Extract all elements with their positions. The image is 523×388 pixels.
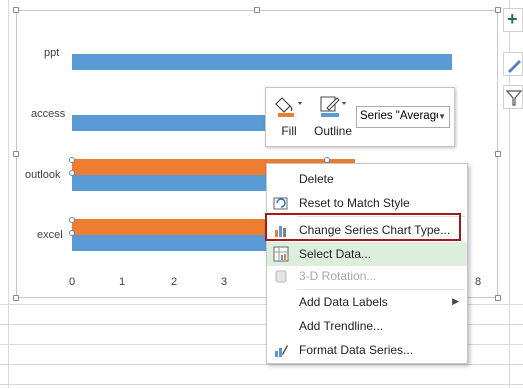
reset-style-icon [273,197,288,210]
series-select-dropdown[interactable]: Series "Average Score" ▼ [356,106,450,128]
chart-resize-handle[interactable] [13,295,19,301]
category-label: ppt [44,47,60,59]
x-tick-label: 2 [171,276,178,288]
format-series-icon [275,345,288,357]
series-select-value: Series "Average Score" [360,110,438,122]
x-tick-label: 1 [119,276,126,288]
menu-item-label: 3-D Rotation... [299,269,377,283]
menu-item-label: Add Trendline... [299,319,384,333]
chart-filters-button[interactable] [503,85,523,109]
submenu-arrow-icon: ▶ [452,296,459,306]
category-label: excel [37,229,63,241]
x-tick-label: 8 [475,276,482,288]
menu-item-label: Reset to Match Style [299,196,410,210]
paint-bucket-icon [275,97,302,117]
fill-label: Fill [281,124,297,138]
category-label: access [31,108,66,120]
menu-item-delete[interactable]: Delete [267,167,467,191]
chart-type-icon [275,226,286,237]
menu-item-label: Delete [299,172,334,186]
chart-resize-handle[interactable] [254,7,260,13]
x-tick-label: 3 [221,276,228,288]
menu-item-add-data-labels[interactable]: Add Data Labels ▶ [267,290,467,314]
menu-item-format-data-series[interactable]: Format Data Series... [267,338,467,362]
rotation-icon [275,270,287,283]
menu-item-label: Change Series Chart Type... [299,223,451,237]
menu-item-3d-rotation: 3-D Rotation... [267,264,467,288]
series-selection-handle [69,217,75,223]
category-label: outlook [25,169,61,181]
fill-button[interactable]: Fill [268,90,310,144]
menu-separator [297,216,465,217]
mini-toolbar: Fill Outline Series "Average Score" ▼ [265,87,455,147]
bar-series1-ppt[interactable] [72,54,452,70]
x-tick-label: 0 [69,276,76,288]
chart-resize-handle[interactable] [495,151,501,157]
menu-item-label: Format Data Series... [299,343,414,357]
bar-series1-access[interactable] [72,115,285,131]
chart-resize-handle[interactable] [495,7,501,13]
chart-resize-handle[interactable] [13,151,19,157]
chart-styles-button[interactable] [503,52,523,76]
menu-item-add-trendline[interactable]: Add Trendline... [267,314,467,338]
menu-item-label: Select Data... [299,247,372,261]
chart-resize-handle[interactable] [13,7,19,13]
outline-label: Outline [313,124,353,138]
menu-item-reset-style[interactable]: Reset to Match Style [267,191,467,215]
series-selection-handle [69,157,75,163]
pen-outline-icon [320,96,346,117]
filter-icon [505,90,523,106]
plus-icon: + [507,9,518,29]
chevron-down-icon: ▼ [438,112,446,121]
context-menu: Delete Reset to Match Style Change Serie… [266,163,468,364]
menu-item-select-data[interactable]: Select Data... [267,242,467,266]
series-selection-handle [69,170,75,176]
chart-resize-handle[interactable] [495,295,501,301]
brush-icon [508,60,521,73]
chart-elements-button[interactable]: + [503,8,523,32]
select-data-icon [273,246,289,262]
menu-item-label: Add Data Labels [299,295,388,309]
series-selection-handle [69,230,75,236]
outline-button[interactable]: Outline [312,90,354,144]
menu-item-change-series-chart-type[interactable]: Change Series Chart Type... [267,218,467,242]
